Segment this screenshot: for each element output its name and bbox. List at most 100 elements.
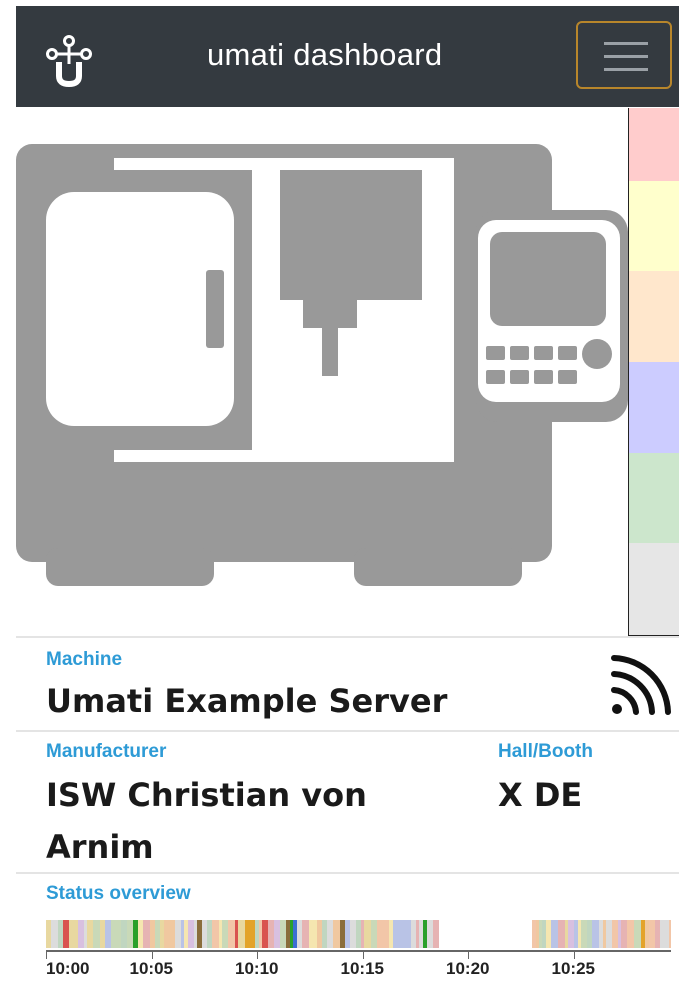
timeline-segment	[51, 920, 55, 948]
timeline-segment	[114, 920, 121, 948]
timeline-segment	[568, 920, 574, 948]
status-overview-label: Status overview	[46, 883, 191, 904]
timeline-segment	[641, 920, 645, 948]
timeline-segment	[84, 920, 87, 948]
timeline-segment	[58, 920, 63, 948]
timeline-segment	[271, 920, 274, 948]
umati-logo-icon[interactable]	[44, 34, 94, 88]
timeline-segment	[175, 920, 181, 948]
timeline-segment	[143, 920, 150, 948]
timeline-segment	[55, 920, 58, 948]
status-color-swatch	[629, 362, 679, 453]
timeline-segment	[207, 920, 212, 948]
timeline-segment	[645, 920, 649, 948]
top-navbar: umati dashboard	[16, 6, 679, 107]
timeline-segment	[197, 920, 202, 948]
timeline-segment	[286, 920, 290, 948]
timeline-segment	[382, 920, 389, 948]
timeline-segment	[238, 920, 245, 948]
timeline-segment	[621, 920, 627, 948]
timeline-segment	[423, 920, 427, 948]
timeline-segment	[235, 920, 238, 948]
machine-label: Machine	[46, 649, 123, 670]
timeline-segment	[599, 920, 603, 948]
hall-booth-value: X DE	[498, 776, 583, 814]
timeline-segment	[592, 920, 599, 948]
machine-name: Umati Example Server	[46, 682, 448, 720]
timeline-segment	[411, 920, 416, 948]
timeline-segment	[164, 920, 168, 948]
timeline-tick-label: 10:00	[46, 959, 90, 978]
timeline-segment	[222, 920, 228, 948]
status-color-swatch	[629, 271, 679, 362]
timeline-segment	[340, 920, 345, 948]
timeline-segment	[532, 920, 536, 948]
timeline-segment	[245, 920, 250, 948]
timeline-segment	[542, 920, 546, 948]
timeline-segment	[536, 920, 539, 948]
timeline-segment	[78, 920, 81, 948]
machine-illustration	[16, 144, 628, 586]
machine-info-panel: Machine Umati Example Server	[16, 636, 679, 730]
timeline-segment	[259, 920, 262, 948]
timeline-segment	[361, 920, 364, 948]
status-color-swatch	[629, 543, 679, 635]
timeline-segment	[634, 920, 641, 948]
status-color-swatch	[629, 181, 679, 271]
status-color-swatch	[629, 453, 679, 543]
timeline-tick-label: 10:15	[340, 959, 384, 978]
timeline-segment	[612, 920, 618, 948]
manufacturer-name-line1: ISW Christian von	[46, 776, 367, 814]
timeline-segment	[356, 920, 361, 948]
timeline-tick	[151, 951, 153, 959]
timeline-tick-label: 10:05	[129, 959, 173, 978]
timeline-segment	[558, 920, 565, 948]
timeline-segment	[121, 920, 127, 948]
timeline-segment	[551, 920, 558, 948]
timeline-segment	[587, 920, 592, 948]
timeline-segment	[627, 920, 634, 948]
timeline-tick	[468, 951, 469, 959]
timeline-segment	[333, 920, 340, 948]
timeline-segment	[546, 920, 551, 948]
timeline-segment	[127, 920, 133, 948]
timeline-segment	[371, 920, 377, 948]
timeline-tick	[46, 951, 47, 959]
hall-booth-label: Hall/Booth	[498, 741, 593, 762]
timeline-segment	[397, 920, 404, 948]
timeline-segment	[93, 920, 100, 948]
timeline-segment	[138, 920, 143, 948]
app-title: umati dashboard	[207, 37, 443, 72]
timeline-segment	[160, 920, 164, 948]
timeline-segment	[581, 920, 587, 948]
timeline-segment	[603, 920, 606, 948]
timeline-segment	[87, 920, 93, 948]
wifi-signal-icon	[611, 655, 671, 715]
timeline-segment	[290, 920, 293, 948]
timeline-segment	[202, 920, 207, 948]
menu-toggle-button[interactable]	[576, 21, 672, 89]
timeline-segment	[133, 920, 138, 948]
timeline-segment	[181, 920, 184, 948]
timeline-tick-label: 10:10	[235, 959, 279, 978]
timeline-segment	[317, 920, 322, 948]
timeline-segment	[618, 920, 621, 948]
timeline-segment	[280, 920, 286, 948]
timeline-segment	[649, 920, 655, 948]
timeline-segment	[419, 920, 423, 948]
timeline-segment	[302, 920, 309, 948]
timeline-segment	[574, 920, 578, 948]
timeline-tick	[573, 951, 575, 959]
timeline-segment	[655, 920, 660, 948]
timeline-segment	[81, 920, 84, 948]
timeline-segment	[155, 920, 160, 948]
timeline-segment	[297, 920, 302, 948]
timeline-segment	[377, 920, 382, 948]
timeline-tick	[257, 951, 258, 959]
timeline-segment	[73, 920, 78, 948]
timeline-segment	[389, 920, 393, 948]
timeline-segment	[565, 920, 568, 948]
timeline-segment	[150, 920, 155, 948]
timeline-segment	[184, 920, 188, 948]
timeline-segment	[212, 920, 219, 948]
